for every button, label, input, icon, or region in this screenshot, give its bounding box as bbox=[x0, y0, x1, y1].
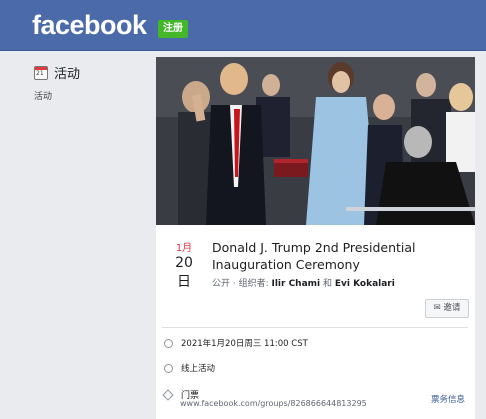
cover-photo-image bbox=[156, 57, 475, 225]
organizer-link-1[interactable]: Ilir Chami bbox=[271, 279, 320, 289]
invite-button-label: 邀请 bbox=[443, 303, 461, 313]
top-navbar: facebook 注册 bbox=[0, 0, 486, 51]
event-visibility: 公开 · 组织者: bbox=[212, 279, 272, 289]
organizer-link-2[interactable]: Evi Kokalari bbox=[335, 279, 395, 289]
event-online: 线上活动 bbox=[181, 364, 216, 374]
ticket-tag-icon bbox=[162, 388, 174, 401]
event-day: 20日 bbox=[175, 255, 193, 290]
divider bbox=[162, 327, 468, 328]
calendar-icon: 21 bbox=[34, 65, 48, 80]
facebook-logo[interactable]: facebook bbox=[32, 10, 147, 41]
organizer-conjunction: 和 bbox=[320, 279, 335, 289]
event-card: 1月 20日 Donald J. Trump 2nd Presidential … bbox=[156, 57, 475, 419]
clock-icon bbox=[164, 338, 173, 348]
envelope-icon: ✉ bbox=[433, 303, 441, 313]
sidebar-header[interactable]: 21 活动 bbox=[34, 63, 80, 82]
event-organizers: 公开 · 组织者: Ilir Chami 和 Evi Kokalari bbox=[212, 276, 395, 289]
event-date: 1月 20日 bbox=[170, 239, 198, 291]
globe-icon bbox=[164, 363, 173, 373]
ticket-url[interactable]: www.facebook.com/groups/826866644813295 bbox=[180, 399, 367, 408]
calendar-icon-day: 21 bbox=[36, 69, 44, 77]
left-sidebar: 21 活动 活动 bbox=[0, 51, 156, 419]
invite-button[interactable]: ✉ 邀请 bbox=[425, 299, 469, 318]
event-cover-photo[interactable] bbox=[156, 57, 475, 225]
event-location-row: 线上活动 bbox=[164, 362, 215, 374]
event-month: 1月 bbox=[175, 243, 193, 254]
sidebar-title: 活动 bbox=[54, 67, 81, 82]
event-title: Donald J. Trump 2nd Presidential Inaugur… bbox=[212, 240, 416, 272]
signup-button[interactable]: 注册 bbox=[158, 20, 188, 38]
event-datetime: 2021年1月20日周三 11:00 CST bbox=[181, 339, 308, 349]
sidebar-item-events[interactable]: 活动 bbox=[34, 89, 52, 102]
ticket-info-link[interactable]: 票务信息 bbox=[431, 393, 465, 405]
event-datetime-row: 2021年1月20日周三 11:00 CST bbox=[164, 337, 308, 349]
